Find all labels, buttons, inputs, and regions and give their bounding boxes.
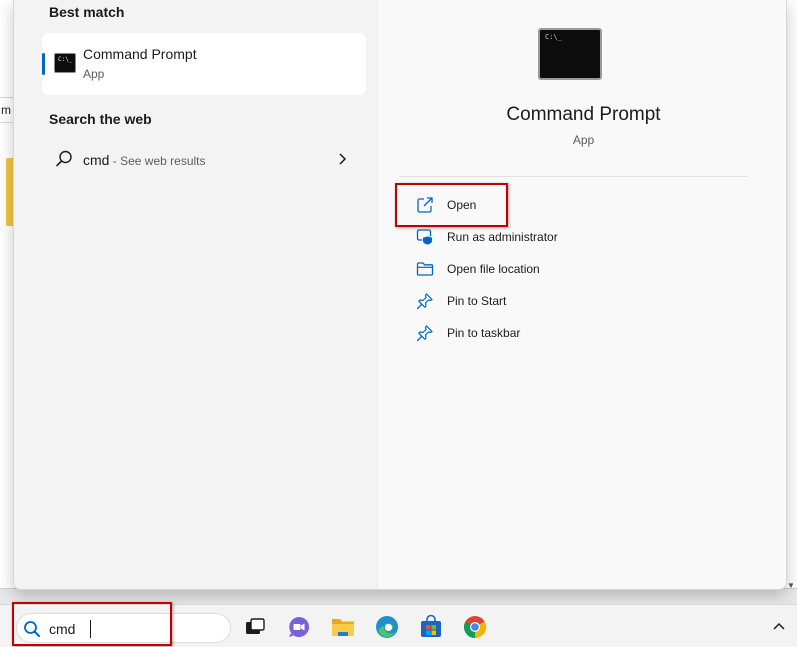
background-address-bar-edge: m (0, 97, 14, 123)
app-detail-pane: C:\_ Command Prompt App Open Run as admi… (377, 0, 786, 589)
pin-to-start-action[interactable]: Pin to Start (402, 287, 742, 315)
search-highlight-box (12, 602, 172, 646)
web-result-suffix: - See web results (109, 154, 206, 168)
open-highlight-box (395, 183, 508, 227)
task-view-icon[interactable] (242, 614, 268, 640)
chevron-up-icon[interactable] (771, 618, 787, 634)
search-results-pane: Best match C:\_ Command Prompt App Searc… (14, 0, 377, 589)
divider (399, 176, 748, 177)
pin-icon (416, 325, 433, 342)
pin-icon (416, 293, 433, 310)
run-as-administrator-action[interactable]: Run as administrator (402, 223, 742, 251)
chat-icon[interactable] (286, 614, 312, 640)
chrome-icon[interactable] (462, 614, 488, 640)
chevron-right-icon[interactable] (336, 149, 350, 169)
command-prompt-large-icon: C:\_ (538, 28, 602, 80)
web-result-query: cmd (83, 152, 110, 168)
best-match-heading: Best match (49, 4, 125, 20)
command-prompt-icon: C:\_ (54, 53, 76, 73)
pin-to-taskbar-action[interactable]: Pin to taskbar (402, 319, 742, 347)
search-web-heading: Search the web (49, 111, 152, 127)
pin-to-taskbar-label: Pin to taskbar (447, 326, 521, 340)
search-menu: Best match C:\_ Command Prompt App Searc… (13, 0, 787, 590)
best-match-result[interactable]: C:\_ Command Prompt App (42, 33, 366, 95)
edge-icon[interactable] (374, 614, 400, 640)
background-partial-text: m (1, 103, 11, 117)
file-explorer-icon[interactable] (330, 614, 356, 640)
web-result-text: cmd - See web results (83, 152, 206, 168)
open-file-location-action[interactable]: Open file location (402, 255, 742, 283)
best-match-title: Command Prompt (83, 46, 197, 62)
shield-icon (416, 229, 433, 246)
best-match-subtitle: App (83, 67, 105, 81)
pin-to-start-label: Pin to Start (447, 294, 507, 308)
run-as-administrator-label: Run as administrator (447, 230, 558, 244)
open-file-location-label: Open file location (447, 262, 540, 276)
selection-indicator (42, 53, 45, 75)
store-icon[interactable] (418, 614, 444, 640)
web-search-result[interactable]: cmd - See web results (42, 143, 366, 175)
app-title: Command Prompt (506, 104, 661, 125)
search-icon (56, 150, 72, 167)
app-subtitle: App (572, 133, 595, 147)
folder-icon (416, 262, 434, 276)
